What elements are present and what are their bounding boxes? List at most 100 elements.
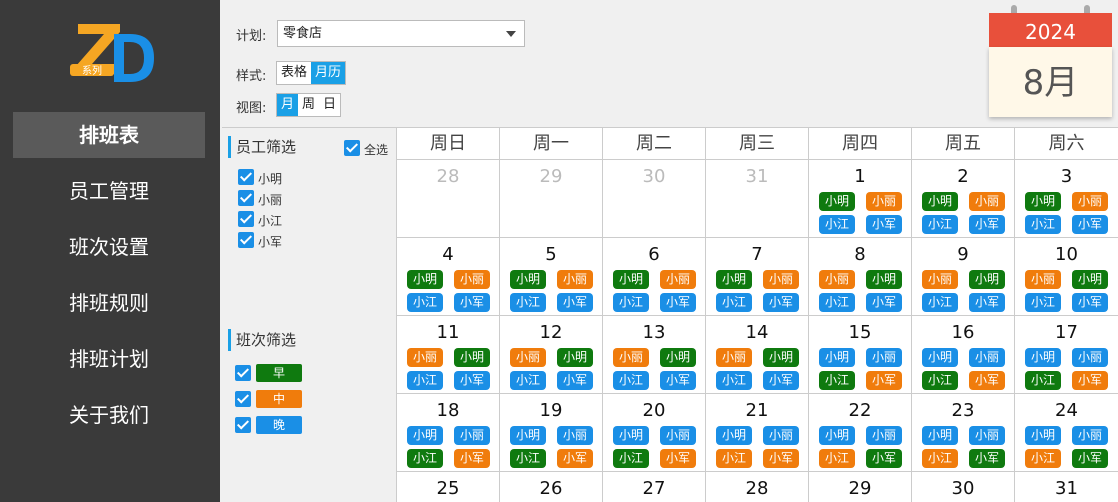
shift-checkbox[interactable] (235, 365, 251, 381)
staff-shift-chip[interactable]: 小明 (1025, 348, 1061, 367)
calendar-day-cell[interactable]: 9 小丽 小明 小江 小军 (912, 238, 1015, 316)
calendar-day-cell[interactable]: 7 小明 小丽 小江 小军 (706, 238, 809, 316)
staff-shift-chip[interactable]: 小江 (613, 449, 649, 468)
staff-shift-chip[interactable]: 小江 (407, 449, 443, 468)
staff-shift-chip[interactable]: 小江 (510, 293, 546, 312)
staff-shift-chip[interactable]: 小明 (510, 270, 546, 289)
staff-shift-chip[interactable]: 小明 (660, 348, 696, 367)
staff-shift-chip[interactable]: 小军 (866, 449, 902, 468)
staff-shift-chip[interactable]: 小明 (407, 270, 443, 289)
staff-shift-chip[interactable]: 小军 (660, 371, 696, 390)
staff-shift-chip[interactable]: 小明 (1072, 270, 1108, 289)
sidebar-item-4[interactable]: 排班计划 (13, 336, 205, 382)
style-option[interactable]: 表格 (277, 62, 311, 84)
staff-shift-chip[interactable]: 小丽 (613, 348, 649, 367)
staff-shift-chip[interactable]: 小军 (557, 293, 593, 312)
staff-shift-chip[interactable]: 小丽 (969, 426, 1005, 445)
staff-shift-chip[interactable]: 小明 (819, 192, 855, 211)
staff-shift-chip[interactable]: 小丽 (763, 270, 799, 289)
staff-shift-chip[interactable]: 小江 (613, 371, 649, 390)
calendar-day-cell[interactable]: 29 (500, 160, 603, 238)
sidebar-item-5[interactable]: 关于我们 (13, 392, 205, 438)
staff-shift-chip[interactable]: 小军 (763, 371, 799, 390)
staff-shift-chip[interactable]: 小江 (1025, 449, 1061, 468)
staff-shift-chip[interactable]: 小丽 (510, 348, 546, 367)
staff-shift-chip[interactable]: 小明 (510, 426, 546, 445)
staff-shift-chip[interactable]: 小丽 (1072, 426, 1108, 445)
staff-shift-chip[interactable]: 小江 (407, 371, 443, 390)
staff-shift-chip[interactable]: 小江 (613, 293, 649, 312)
staff-shift-chip[interactable]: 小军 (1072, 371, 1108, 390)
staff-shift-chip[interactable]: 小明 (819, 426, 855, 445)
calendar-day-cell[interactable]: 19 小明 小丽 小江 小军 (500, 394, 603, 472)
sidebar-item-0[interactable]: 排班表 (13, 112, 205, 158)
sidebar-item-2[interactable]: 班次设置 (13, 224, 205, 270)
staff-shift-chip[interactable]: 小丽 (819, 270, 855, 289)
plan-select[interactable]: 零食店 (277, 20, 525, 47)
staff-shift-chip[interactable]: 小明 (969, 270, 1005, 289)
calendar-day-cell[interactable]: 11 小丽 小明 小江 小军 (397, 316, 500, 394)
calendar-day-cell[interactable]: 16 小明 小丽 小江 小军 (912, 316, 1015, 394)
staff-shift-chip[interactable]: 小江 (922, 293, 958, 312)
staff-shift-chip[interactable]: 小军 (660, 293, 696, 312)
calendar-day-cell[interactable]: 24 小明 小丽 小江 小军 (1015, 394, 1118, 472)
staff-shift-chip[interactable]: 小明 (716, 270, 752, 289)
staff-shift-chip[interactable]: 小丽 (866, 348, 902, 367)
staff-shift-chip[interactable]: 小明 (557, 348, 593, 367)
sidebar-item-3[interactable]: 排班规则 (13, 280, 205, 326)
staff-shift-chip[interactable]: 小明 (866, 270, 902, 289)
staff-shift-chip[interactable]: 小江 (716, 293, 752, 312)
staff-shift-chip[interactable]: 小军 (866, 215, 902, 234)
staff-shift-chip[interactable]: 小江 (922, 449, 958, 468)
staff-shift-chip[interactable]: 小丽 (454, 270, 490, 289)
staff-shift-chip[interactable]: 小明 (922, 426, 958, 445)
calendar-day-cell[interactable]: 28 (397, 160, 500, 238)
staff-checkbox[interactable] (238, 190, 254, 206)
calendar-day-cell[interactable]: 10 小丽 小明 小江 小军 (1015, 238, 1118, 316)
view-option[interactable]: 日 (319, 94, 340, 116)
staff-shift-chip[interactable]: 小明 (716, 426, 752, 445)
calendar-day-cell[interactable]: 13 小丽 小明 小江 小军 (603, 316, 706, 394)
calendar-day-cell[interactable]: 5 小明 小丽 小江 小军 (500, 238, 603, 316)
staff-shift-chip[interactable]: 小丽 (407, 348, 443, 367)
staff-shift-chip[interactable]: 小丽 (557, 270, 593, 289)
staff-shift-chip[interactable]: 小江 (819, 449, 855, 468)
calendar-day-cell[interactable]: 3 小明 小丽 小江 小军 (1015, 160, 1118, 238)
staff-shift-chip[interactable]: 小明 (922, 348, 958, 367)
calendar-day-cell[interactable]: 8 小丽 小明 小江 小军 (809, 238, 912, 316)
shift-checkbox[interactable] (235, 417, 251, 433)
staff-shift-chip[interactable]: 小江 (922, 215, 958, 234)
calendar-day-cell[interactable]: 18 小明 小丽 小江 小军 (397, 394, 500, 472)
calendar-day-cell[interactable]: 14 小丽 小明 小江 小军 (706, 316, 809, 394)
calendar-day-cell[interactable]: 21 小明 小丽 小江 小军 (706, 394, 809, 472)
staff-shift-chip[interactable]: 小丽 (866, 426, 902, 445)
staff-shift-chip[interactable]: 小军 (969, 371, 1005, 390)
staff-shift-chip[interactable]: 小江 (510, 449, 546, 468)
staff-shift-chip[interactable]: 小明 (407, 426, 443, 445)
style-option[interactable]: 月历 (311, 62, 346, 84)
calendar-day-cell[interactable]: 28 (706, 472, 809, 502)
staff-shift-chip[interactable]: 小江 (510, 371, 546, 390)
select-all-checkbox[interactable] (344, 140, 360, 156)
staff-shift-chip[interactable]: 小军 (969, 293, 1005, 312)
calendar-day-cell[interactable]: 1 小明 小丽 小江 小军 (809, 160, 912, 238)
staff-shift-chip[interactable]: 小军 (454, 371, 490, 390)
staff-shift-chip[interactable]: 小军 (1072, 215, 1108, 234)
staff-shift-chip[interactable]: 小丽 (969, 192, 1005, 211)
staff-shift-chip[interactable]: 小军 (454, 293, 490, 312)
staff-shift-chip[interactable]: 小丽 (716, 348, 752, 367)
staff-shift-chip[interactable]: 小军 (763, 449, 799, 468)
staff-shift-chip[interactable]: 小丽 (557, 426, 593, 445)
staff-shift-chip[interactable]: 小明 (819, 348, 855, 367)
staff-shift-chip[interactable]: 小丽 (969, 348, 1005, 367)
staff-checkbox[interactable] (238, 169, 254, 185)
staff-shift-chip[interactable]: 小军 (1072, 293, 1108, 312)
shift-checkbox[interactable] (235, 391, 251, 407)
staff-shift-chip[interactable]: 小丽 (660, 426, 696, 445)
calendar-day-cell[interactable]: 26 (500, 472, 603, 502)
staff-shift-chip[interactable]: 小江 (1025, 293, 1061, 312)
calendar-day-cell[interactable]: 15 小明 小丽 小江 小军 (809, 316, 912, 394)
calendar-day-cell[interactable]: 23 小明 小丽 小江 小军 (912, 394, 1015, 472)
staff-shift-chip[interactable]: 小丽 (922, 270, 958, 289)
calendar-day-cell[interactable]: 2 小明 小丽 小江 小军 (912, 160, 1015, 238)
